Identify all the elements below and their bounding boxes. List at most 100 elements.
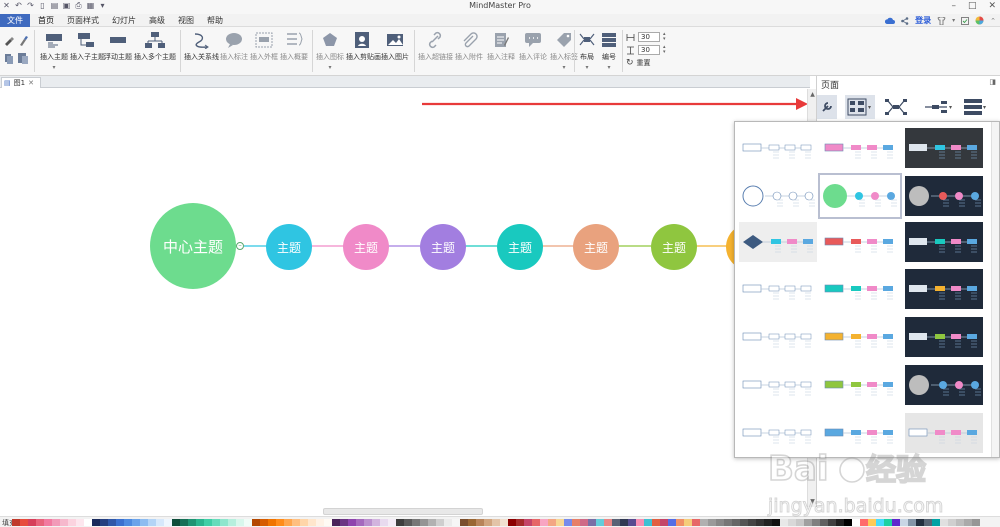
theme-thumbnail[interactable] <box>821 317 899 357</box>
color-swatch[interactable] <box>484 519 492 526</box>
chevron-down-icon[interactable]: ▾ <box>949 104 952 111</box>
color-swatch[interactable] <box>364 519 372 526</box>
layout-tree-button[interactable] <box>885 95 907 119</box>
chevron-down-icon[interactable]: ▾ <box>868 104 871 111</box>
color-swatch[interactable] <box>148 519 156 526</box>
color-swatch[interactable] <box>156 519 164 526</box>
color-swatch[interactable] <box>180 519 188 526</box>
color-swatch[interactable] <box>348 519 356 526</box>
color-swatch[interactable] <box>28 519 36 526</box>
color-swatch[interactable] <box>116 519 124 526</box>
color-swatch[interactable] <box>172 519 180 526</box>
color-swatch[interactable] <box>716 519 724 526</box>
numbering-button[interactable]: 编号 ▾ <box>598 31 620 71</box>
color-swatch[interactable] <box>60 519 68 526</box>
color-swatch[interactable] <box>132 519 140 526</box>
color-swatch[interactable] <box>660 519 668 526</box>
color-swatch[interactable] <box>444 519 452 526</box>
color-swatch[interactable] <box>548 519 556 526</box>
color-swatch[interactable] <box>276 519 284 526</box>
color-swatch[interactable] <box>748 519 756 526</box>
layout-map-button[interactable]: ▾ <box>845 95 875 119</box>
theme-thumbnail[interactable] <box>905 365 983 405</box>
color-swatch[interactable] <box>356 519 364 526</box>
theme-thumbnail[interactable] <box>821 269 899 309</box>
theme-thumbnail[interactable] <box>821 222 899 262</box>
color-swatch[interactable] <box>412 519 420 526</box>
color-swatch[interactable] <box>340 519 348 526</box>
color-swatch[interactable] <box>428 519 436 526</box>
color-swatch[interactable] <box>532 519 540 526</box>
color-swatch[interactable] <box>84 519 92 526</box>
format-painter-icon[interactable] <box>4 36 16 46</box>
color-swatch[interactable] <box>724 519 732 526</box>
subtopic-2[interactable]: 主题 <box>343 224 389 270</box>
color-swatch[interactable] <box>124 519 132 526</box>
color-swatch[interactable] <box>404 519 412 526</box>
minimize-icon[interactable]: – <box>951 1 956 11</box>
tab-slides[interactable]: 幻灯片 <box>112 14 136 27</box>
color-swatch[interactable] <box>308 519 316 526</box>
brush-icon[interactable] <box>18 36 28 46</box>
color-swatch[interactable] <box>524 519 532 526</box>
color-swatch[interactable] <box>436 519 444 526</box>
tab-home[interactable]: 首页 <box>38 14 54 27</box>
chevron-down-icon[interactable]: ▾ <box>983 104 986 111</box>
color-swatch[interactable] <box>52 519 60 526</box>
login-link[interactable]: 登录 <box>915 15 931 26</box>
color-swatch[interactable] <box>300 519 308 526</box>
color-swatch[interactable] <box>196 519 204 526</box>
color-swatch[interactable] <box>220 519 228 526</box>
color-swatch[interactable] <box>92 519 100 526</box>
subtopic-5[interactable]: 主题 <box>573 224 619 270</box>
color-swatch[interactable] <box>324 519 332 526</box>
color-swatch[interactable] <box>556 519 564 526</box>
tab-help[interactable]: 帮助 <box>207 14 223 27</box>
color-swatch[interactable] <box>620 519 628 526</box>
vertical-spacing-input[interactable]: 30 <box>638 45 660 55</box>
color-swatch[interactable] <box>332 519 340 526</box>
subtopic-3[interactable]: 主题 <box>420 224 466 270</box>
color-swatch[interactable] <box>236 519 244 526</box>
color-swatch[interactable] <box>268 519 276 526</box>
theme-thumbnail[interactable] <box>821 365 899 405</box>
close-icon[interactable]: ✕ <box>988 1 996 11</box>
color-swatch[interactable] <box>244 519 252 526</box>
color-swatch[interactable] <box>516 519 524 526</box>
mind-map-canvas[interactable]: 中心主题 – 主题 主题 主题 主题 主题 主题 主题 <box>0 89 808 507</box>
subtopic-4[interactable]: 主题 <box>497 224 543 270</box>
color-swatch[interactable] <box>204 519 212 526</box>
color-swatch[interactable] <box>108 519 116 526</box>
theme-thumbnail[interactable] <box>818 173 902 219</box>
color-swatch[interactable] <box>140 519 148 526</box>
color-swatch[interactable] <box>612 519 620 526</box>
color-swatch[interactable] <box>212 519 220 526</box>
insert-clipart-button[interactable]: 插入剪贴画 <box>346 31 381 62</box>
collapse-ribbon-icon[interactable]: ⌃ <box>990 17 996 25</box>
color-swatch[interactable] <box>36 519 44 526</box>
color-wheel-icon[interactable] <box>975 16 984 25</box>
color-swatch[interactable] <box>460 519 468 526</box>
insert-attachment-button[interactable]: 插入附件 <box>454 31 484 62</box>
theme-thumbnail[interactable] <box>905 176 983 216</box>
color-swatch[interactable] <box>700 519 708 526</box>
color-swatch[interactable] <box>572 519 580 526</box>
close-tab-icon[interactable]: ✕ <box>28 78 34 88</box>
color-swatch[interactable] <box>44 519 52 526</box>
color-swatch[interactable] <box>252 519 260 526</box>
paste-icon[interactable] <box>17 52 29 64</box>
color-swatch[interactable] <box>740 519 748 526</box>
theme-thumbnail[interactable] <box>739 269 817 309</box>
collapse-toggle-icon[interactable]: – <box>236 242 244 250</box>
color-swatch[interactable] <box>508 519 516 526</box>
canvas-horizontal-scrollbar[interactable] <box>323 508 483 515</box>
color-swatch[interactable] <box>540 519 548 526</box>
theme-thumbnail[interactable] <box>905 269 983 309</box>
color-swatch[interactable] <box>388 519 396 526</box>
chevron-down-icon[interactable]: ▾ <box>598 64 620 71</box>
color-swatch[interactable] <box>372 519 380 526</box>
subtopic-6[interactable]: 主题 <box>651 224 697 270</box>
color-swatch[interactable] <box>564 519 572 526</box>
cloud-icon[interactable] <box>885 17 896 25</box>
copy-icon[interactable] <box>4 52 14 64</box>
